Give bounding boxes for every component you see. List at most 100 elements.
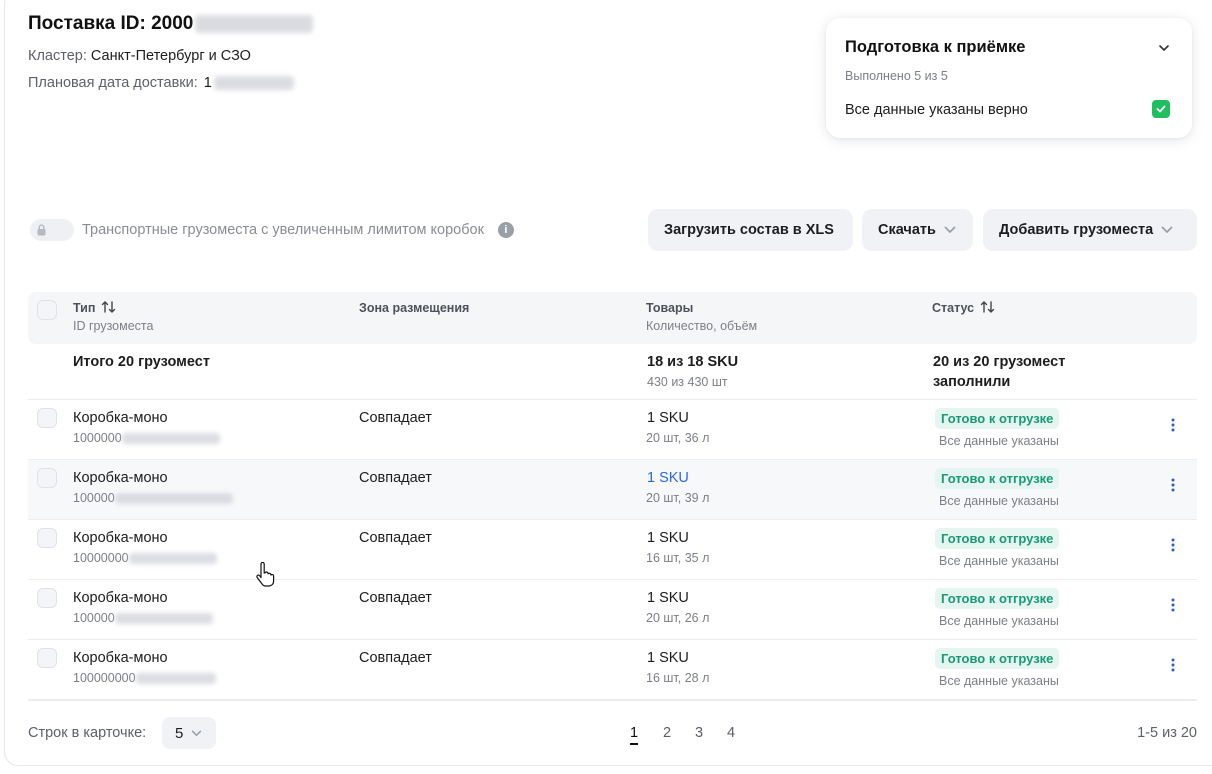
- cargo-id-prefix: 10000000: [73, 551, 129, 565]
- total-status-line1: 20 из 20 грузомест: [933, 354, 1066, 370]
- cluster-label: Кластер:: [28, 48, 87, 64]
- cargo-id-prefix: 100000: [73, 491, 115, 505]
- more-options-icon[interactable]: [1171, 538, 1175, 552]
- row-checkbox[interactable]: [37, 528, 57, 548]
- col-status-header[interactable]: Статус: [932, 301, 996, 315]
- rows-per-page-label: Строк в карточке:: [28, 725, 147, 741]
- prep-title: Подготовка к приёмке: [845, 38, 1026, 56]
- row-checkbox[interactable]: [37, 468, 57, 488]
- more-options-icon[interactable]: [1171, 478, 1175, 492]
- total-row: Итого 20 грузомест 18 из 18 SKU 430 из 4…: [28, 344, 1197, 400]
- chevron-down-icon: [1161, 226, 1173, 233]
- table-row[interactable]: Коробка-моно 100000 Совпадает 1 SKU 20 ш…: [28, 460, 1197, 520]
- cargo-type: Коробка-моно: [73, 530, 168, 546]
- redacted-cargo-id: [128, 552, 217, 564]
- col-type-header[interactable]: Тип: [73, 301, 117, 315]
- table-row[interactable]: Коробка-моно 100000 Совпадает 1 SKU 20 ш…: [28, 580, 1197, 640]
- status-badge: Готово к отгрузке: [935, 648, 1060, 669]
- total-goods-sub: 430 из 430 шт: [647, 375, 728, 389]
- redacted-cargo-id: [114, 612, 213, 624]
- cargo-id-prefix: 100000: [73, 611, 115, 625]
- prep-progress: Выполнено 5 из 5: [845, 69, 948, 83]
- table-header: Тип ID грузоместа Зона размещения Товары…: [28, 292, 1197, 344]
- sort-icon[interactable]: [101, 301, 117, 313]
- zone-value: Совпадает: [359, 530, 432, 546]
- reception-prep-card[interactable]: Подготовка к приёмке Выполнено 5 из 5 Вс…: [826, 18, 1192, 138]
- status-sub: Все данные указаны: [939, 554, 1059, 568]
- col-goods-sub: Количество, объём: [646, 319, 758, 333]
- hand-cursor-icon: [256, 562, 275, 587]
- redacted-date: [213, 76, 294, 90]
- goods-sku-link[interactable]: 1 SKU: [647, 470, 689, 486]
- goods-qty: 20 шт, 39 л: [646, 491, 710, 505]
- col-zone-header: Зона размещения: [359, 301, 470, 315]
- cargo-type: Коробка-моно: [73, 590, 168, 606]
- upload-xls-label: Загрузить состав в XLS: [664, 222, 834, 238]
- large-box-limit-toggle[interactable]: [30, 219, 74, 241]
- goods-qty: 16 шт, 28 л: [646, 671, 710, 685]
- row-checkbox[interactable]: [37, 588, 57, 608]
- redacted-id: [195, 15, 314, 33]
- chevron-down-icon[interactable]: [1158, 42, 1170, 54]
- status-sub: Все данные указаны: [939, 494, 1059, 508]
- cargo-type: Коробка-моно: [73, 410, 168, 426]
- rows-per-page-select[interactable]: 5: [162, 717, 216, 749]
- delivery-date-label: Плановая дата доставки:: [28, 75, 198, 91]
- table-row[interactable]: Коробка-моно 100000000 Совпадает 1 SKU 1…: [28, 640, 1197, 700]
- total-status-line2: заполнили: [933, 374, 1011, 390]
- row-checkbox[interactable]: [37, 648, 57, 668]
- cluster-value: Санкт-Петербург и СЗО: [90, 48, 251, 64]
- row-checkbox[interactable]: [37, 408, 57, 428]
- cluster-info: Кластер: Санкт-Петербург и СЗО: [28, 48, 251, 64]
- more-options-icon[interactable]: [1171, 598, 1175, 612]
- cargo-id-prefix: 1000000: [73, 431, 122, 445]
- more-options-icon[interactable]: [1171, 418, 1175, 432]
- download-button[interactable]: Скачать: [862, 209, 973, 251]
- page-title: Поставка ID: 2000: [28, 13, 314, 35]
- more-options-icon[interactable]: [1171, 658, 1175, 672]
- cargo-id: 1000000: [73, 431, 220, 445]
- goods-sku: 1 SKU: [647, 410, 689, 426]
- add-cargo-button[interactable]: Добавить грузоместа: [983, 209, 1197, 251]
- status-sub: Все данные указаны: [939, 434, 1059, 448]
- table-row[interactable]: Коробка-моно 10000000 Совпадает 1 SKU 16…: [28, 520, 1197, 580]
- redacted-cargo-id: [135, 672, 216, 684]
- col-type-sub: ID грузоместа: [73, 319, 154, 333]
- page-title-text: Поставка ID: 2000: [28, 13, 194, 34]
- cargo-id: 100000: [73, 491, 233, 505]
- status-badge: Готово к отгрузке: [935, 408, 1060, 429]
- redacted-cargo-id: [121, 432, 220, 444]
- info-icon[interactable]: i: [497, 222, 514, 238]
- add-cargo-label: Добавить грузоместа: [999, 222, 1154, 238]
- page-3[interactable]: 3: [695, 725, 703, 741]
- pagination-range: 1-5 из 20: [1137, 725, 1197, 741]
- goods-sku: 1 SKU: [647, 650, 689, 666]
- sort-icon[interactable]: [980, 301, 996, 313]
- status-sub: Все данные указаны: [939, 614, 1059, 628]
- page-1[interactable]: 1: [630, 725, 639, 745]
- zone-value: Совпадает: [359, 590, 432, 606]
- status-badge: Готово к отгрузке: [935, 528, 1060, 549]
- lock-icon: [37, 224, 46, 236]
- col-type-label: Тип: [73, 301, 96, 315]
- chevron-down-icon: [944, 226, 956, 233]
- redacted-cargo-id: [114, 492, 233, 504]
- download-label: Скачать: [878, 222, 936, 238]
- total-goods: 18 из 18 SKU: [647, 354, 739, 370]
- zone-value: Совпадает: [359, 410, 432, 426]
- table-row[interactable]: Коробка-моно 1000000 Совпадает 1 SKU 20 …: [28, 400, 1197, 460]
- page-2[interactable]: 2: [663, 725, 671, 741]
- cargo-type: Коробка-моно: [73, 470, 168, 486]
- total-label: Итого 20 грузомест: [73, 354, 210, 370]
- goods-sku: 1 SKU: [647, 530, 689, 546]
- cargo-type: Коробка-моно: [73, 650, 168, 666]
- delivery-date-info: Плановая дата доставки: 1: [28, 75, 294, 91]
- page-4[interactable]: 4: [727, 725, 735, 741]
- status-badge: Готово к отгрузке: [935, 468, 1060, 489]
- status-badge: Готово к отгрузке: [935, 588, 1060, 609]
- large-box-limit-toggle-row: Транспортные грузоместа с увеличенным ли…: [30, 219, 514, 241]
- zone-value: Совпадает: [359, 470, 432, 486]
- zone-value: Совпадает: [359, 650, 432, 666]
- upload-xls-button[interactable]: Загрузить состав в XLS: [648, 209, 853, 251]
- select-all-checkbox[interactable]: [37, 300, 57, 320]
